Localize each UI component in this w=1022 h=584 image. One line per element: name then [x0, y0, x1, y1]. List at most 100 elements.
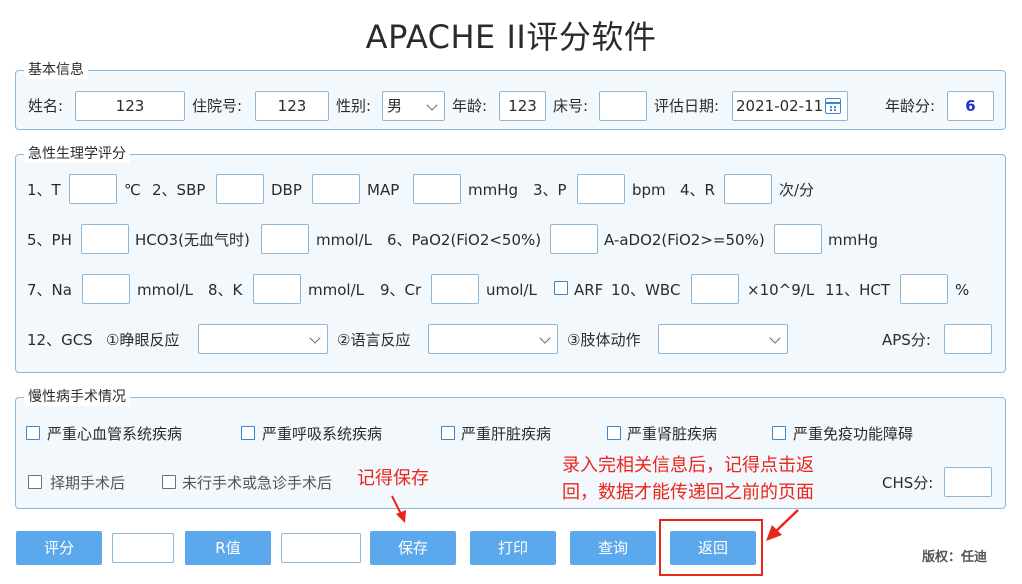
- calendar-icon[interactable]: [825, 98, 841, 114]
- age-score-output: 6: [947, 91, 994, 121]
- chronic-legend: 慢性病手术情况: [24, 388, 130, 406]
- age-input[interactable]: 123: [499, 91, 546, 121]
- p-unit: bpm: [632, 181, 666, 199]
- arf-label: ARF: [574, 281, 604, 299]
- chevron-down-icon: [769, 332, 781, 344]
- bp-unit: mmHg: [468, 181, 519, 199]
- dbp-input[interactable]: [312, 174, 360, 204]
- arf-checkbox[interactable]: [554, 281, 568, 295]
- save-note: 记得保存: [357, 468, 429, 489]
- surgery-label-elective: 择期手术后: [50, 474, 126, 492]
- arrow-icon: [391, 495, 406, 523]
- gender-select[interactable]: 男: [382, 91, 445, 121]
- t-label: 1、T: [27, 181, 61, 199]
- chronic-label-immune: 严重免疫功能障碍: [793, 425, 914, 443]
- hct-input[interactable]: [900, 274, 948, 304]
- ph-input[interactable]: [81, 224, 129, 254]
- score-output: [112, 533, 174, 563]
- chronic-checkbox-immune[interactable]: [772, 426, 786, 440]
- cr-unit: umol/L: [486, 281, 537, 299]
- arrow-icon: [766, 509, 799, 541]
- print-button[interactable]: 打印: [470, 531, 556, 565]
- na-input[interactable]: [82, 274, 130, 304]
- hco3-unit: mmol/L: [316, 231, 372, 249]
- date-value: 2021-02-11: [736, 97, 824, 115]
- app-title: APACHE II评分软件: [365, 18, 657, 56]
- r-unit: 次/分: [779, 181, 815, 199]
- chronic-label-kidney: 严重肾脏疾病: [627, 425, 718, 443]
- hct-label: 11、HCT: [825, 281, 891, 299]
- eye-select[interactable]: [198, 324, 328, 354]
- back-note-line2: 回，数据才能传递回之前的页面: [562, 482, 814, 503]
- r-value-output: [281, 533, 361, 563]
- name-input[interactable]: 123: [75, 91, 185, 121]
- aps-label: APS分:: [882, 331, 931, 349]
- pao2-input[interactable]: [550, 224, 598, 254]
- wbc-unit: ×10^9/L: [747, 281, 815, 299]
- date-label: 评估日期:: [654, 97, 720, 115]
- hco3-input[interactable]: [261, 224, 309, 254]
- surgery-checkbox-emergency[interactable]: [162, 475, 176, 489]
- admission-input[interactable]: 123: [255, 91, 329, 121]
- chronic-label-respiratory: 严重呼吸系统疾病: [262, 425, 383, 443]
- sbp-label: 2、SBP: [152, 181, 206, 199]
- wbc-label: 10、WBC: [611, 281, 681, 299]
- chronic-checkbox-liver[interactable]: [441, 426, 455, 440]
- pao2-label: 6、PaO2(FiO2<50%): [387, 231, 542, 249]
- chs-output: [944, 467, 992, 497]
- name-label: 姓名:: [28, 97, 64, 115]
- bed-label: 床号:: [553, 97, 589, 115]
- t-input[interactable]: [69, 174, 117, 204]
- chronic-checkbox-respiratory[interactable]: [241, 426, 255, 440]
- na-unit: mmol/L: [137, 281, 193, 299]
- sbp-input[interactable]: [216, 174, 264, 204]
- wbc-input[interactable]: [691, 274, 739, 304]
- gender-value: 男: [387, 97, 403, 115]
- query-button[interactable]: 查询: [570, 531, 656, 565]
- basic-info-legend: 基本信息: [24, 61, 88, 79]
- verbal-select[interactable]: [428, 324, 558, 354]
- age-label: 年龄:: [452, 97, 488, 115]
- k-label: 8、K: [208, 281, 243, 299]
- motor-select[interactable]: [658, 324, 788, 354]
- r-input[interactable]: [724, 174, 772, 204]
- date-input[interactable]: 2021-02-11: [732, 91, 848, 121]
- back-button[interactable]: 返回: [670, 531, 756, 565]
- chevron-down-icon: [539, 332, 551, 344]
- gender-label: 性别:: [336, 97, 372, 115]
- map-input[interactable]: [413, 174, 461, 204]
- map-label: MAP: [367, 181, 400, 199]
- na-label: 7、Na: [27, 281, 72, 299]
- bed-input[interactable]: [599, 91, 647, 121]
- verbal-label: ②语言反应: [337, 331, 411, 349]
- t-unit: ℃: [124, 181, 141, 199]
- cr-input[interactable]: [431, 274, 479, 304]
- admission-label: 住院号:: [192, 97, 243, 115]
- k-input[interactable]: [253, 274, 301, 304]
- dbp-label: DBP: [271, 181, 302, 199]
- chs-label: CHS分:: [882, 474, 934, 492]
- physiology-legend: 急性生理学评分: [24, 145, 130, 163]
- chronic-checkbox-cardio[interactable]: [26, 426, 40, 440]
- aps-output: [944, 324, 992, 354]
- age-score-label: 年龄分:: [885, 97, 936, 115]
- chronic-label-liver: 严重肝脏疾病: [461, 425, 552, 443]
- chevron-down-icon: [426, 99, 438, 111]
- surgery-checkbox-elective[interactable]: [28, 475, 42, 489]
- chronic-checkbox-kidney[interactable]: [607, 426, 621, 440]
- save-button[interactable]: 保存: [370, 531, 456, 565]
- score-button[interactable]: 评分: [16, 531, 102, 565]
- k-unit: mmol/L: [308, 281, 364, 299]
- p-input[interactable]: [577, 174, 625, 204]
- hct-unit: %: [955, 281, 970, 299]
- motor-label: ③肢体动作: [567, 331, 641, 349]
- gcs-label: 12、GCS: [27, 331, 93, 349]
- aado2-input[interactable]: [774, 224, 822, 254]
- o2-unit: mmHg: [828, 231, 879, 249]
- chronic-group: 慢性病手术情况: [15, 388, 1006, 509]
- p-label: 3、P: [533, 181, 567, 199]
- copyright-text: 版权：任迪: [922, 550, 988, 565]
- chronic-label-cardio: 严重心血管系统疾病: [47, 425, 183, 443]
- cr-label: 9、Cr: [380, 281, 422, 299]
- r-value-button[interactable]: R值: [185, 531, 271, 565]
